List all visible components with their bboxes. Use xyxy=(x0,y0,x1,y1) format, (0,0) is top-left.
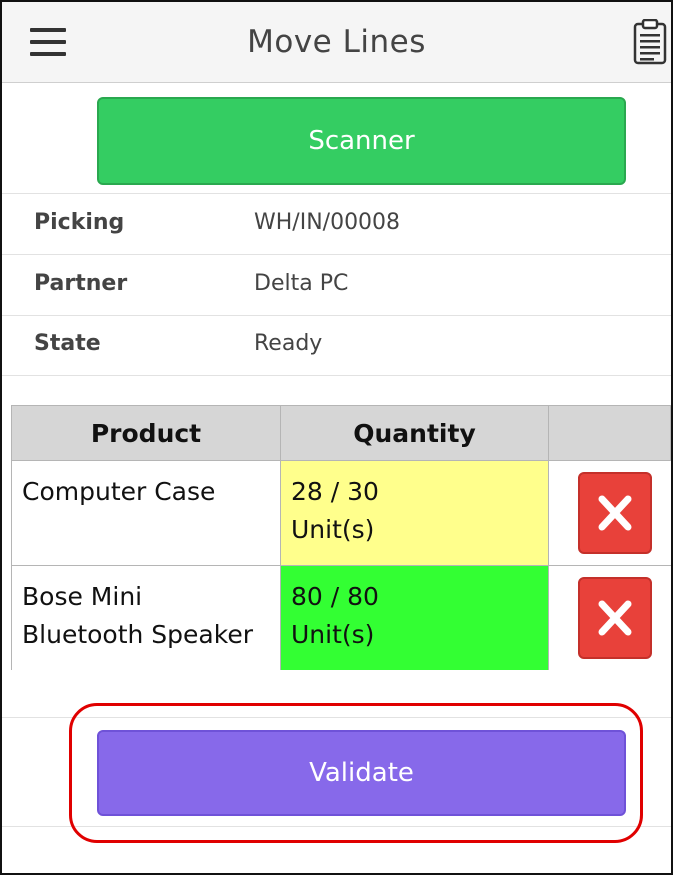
picking-value: WH/IN/00008 xyxy=(254,210,401,235)
table-row: Bose Mini Bluetooth Speaker xyxy=(11,566,281,670)
picking-label: Picking xyxy=(34,210,125,235)
partner-label: Partner xyxy=(34,271,128,296)
actions-cell xyxy=(548,461,671,566)
divider xyxy=(2,193,671,194)
divider xyxy=(2,315,671,316)
state-label: State xyxy=(34,331,101,356)
delete-line-button[interactable] xyxy=(578,472,652,554)
top-bar: Move Lines xyxy=(2,2,671,83)
column-header-product: Product xyxy=(11,405,281,461)
close-icon xyxy=(598,495,632,531)
partner-value: Delta PC xyxy=(254,271,349,296)
product-name-line1: Bose Mini xyxy=(22,582,143,611)
divider xyxy=(2,375,671,376)
table-row: Computer Case xyxy=(11,461,281,566)
quantity-unit: Unit(s) xyxy=(291,515,375,544)
clipboard-icon[interactable] xyxy=(633,19,667,65)
delete-line-button[interactable] xyxy=(578,577,652,659)
quantity-cell: 80 / 80 Unit(s) xyxy=(280,566,549,670)
quantity-cell: 28 / 30 Unit(s) xyxy=(280,461,549,566)
quantity-unit: Unit(s) xyxy=(291,620,375,649)
app-frame: Move Lines Scanner Picking WH/IN/00008 P… xyxy=(0,0,673,875)
actions-cell xyxy=(548,566,671,670)
scanner-button[interactable]: Scanner xyxy=(97,97,626,185)
state-value: Ready xyxy=(254,331,323,356)
page-title: Move Lines xyxy=(247,24,426,60)
column-header-quantity: Quantity xyxy=(280,405,549,461)
product-name: Computer Case xyxy=(22,477,216,506)
close-icon xyxy=(598,600,632,636)
column-header-actions xyxy=(548,405,671,461)
divider xyxy=(2,254,671,255)
product-name-line2: Bluetooth Speaker xyxy=(22,620,253,649)
quantity-value: 80 / 80 xyxy=(291,582,379,611)
highlight-annotation xyxy=(69,703,643,843)
quantity-value: 28 / 30 xyxy=(291,477,379,506)
